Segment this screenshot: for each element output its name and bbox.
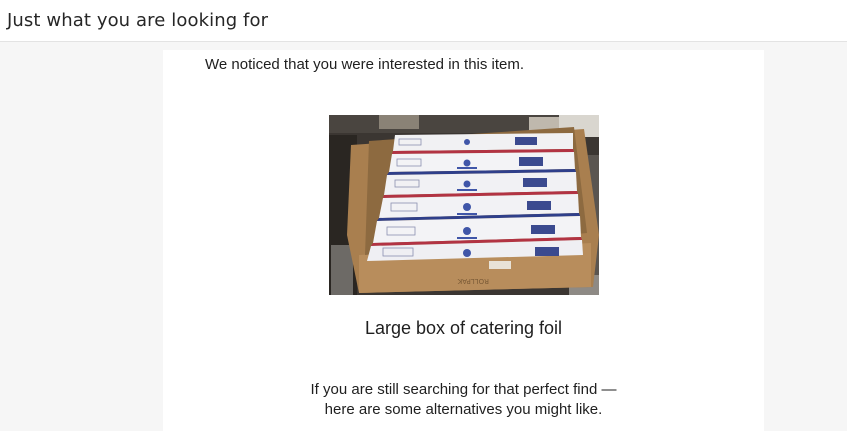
product-image[interactable]: ROLLPAK [329, 115, 599, 295]
closing-line-2: here are some alternatives you might lik… [324, 401, 603, 418]
closing-message: If you are still searching for that perf… [163, 380, 764, 420]
intro-text: We noticed that you were interested in t… [205, 56, 525, 73]
email-header: Just what you are looking for [0, 0, 847, 42]
product-name[interactable]: Large box of catering foil [163, 318, 764, 339]
email-subject-title: Just what you are looking for [7, 10, 269, 31]
closing-line-1: If you are still searching for that perf… [310, 381, 617, 398]
svg-text:ROLLPAK: ROLLPAK [457, 277, 489, 285]
